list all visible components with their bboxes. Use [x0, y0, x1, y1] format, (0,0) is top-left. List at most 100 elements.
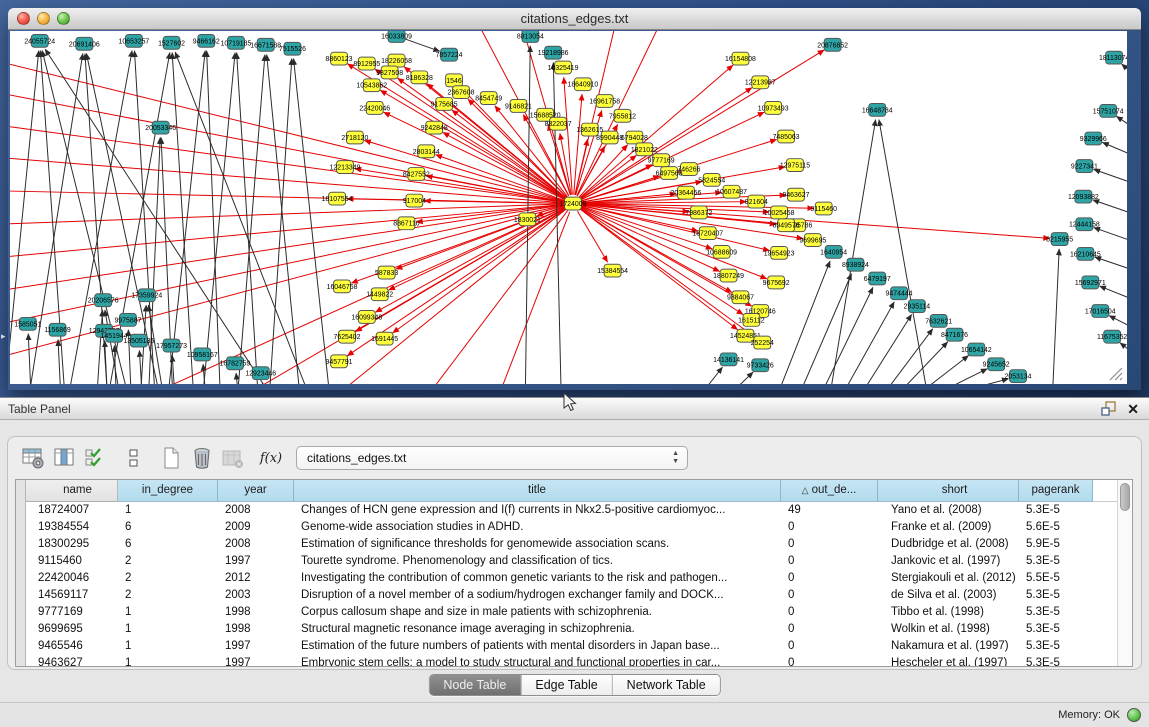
graph-node[interactable]: 2053134 — [1004, 370, 1031, 383]
tab-edge-table[interactable]: Edge Table — [521, 675, 612, 696]
table-row[interactable]: 969969511998Structural magnetic resonanc… — [26, 621, 1117, 638]
table-cell[interactable]: 9115460 — [26, 553, 118, 570]
graph-node[interactable]: 18113074 — [1099, 51, 1127, 64]
graph-node[interactable]: 19218986 — [538, 46, 569, 59]
graph-node[interactable]: 9457791 — [326, 355, 353, 368]
graph-node[interactable]: 10688609 — [706, 245, 737, 258]
table-row[interactable]: 946554611997Estimation of the future num… — [26, 638, 1117, 655]
graph-node[interactable]: 18226058 — [381, 54, 412, 67]
table-cell[interactable]: 1 — [118, 638, 218, 655]
graph-node[interactable]: 1527602 — [158, 36, 185, 49]
graph-node[interactable]: 1585051 — [14, 317, 41, 330]
graph-node[interactable]: 587833 — [375, 266, 398, 279]
table-cell[interactable]: 2003 — [218, 587, 294, 604]
graph-node[interactable]: 10607487 — [716, 185, 747, 198]
toggle-view-button[interactable] — [120, 445, 146, 471]
table-cell[interactable]: 5.3E-5 — [1019, 553, 1093, 570]
table-cell[interactable]: 1998 — [218, 621, 294, 638]
table-cell[interactable]: Structural magnetic resonance image aver… — [294, 621, 781, 638]
graph-node[interactable]: 17957273 — [156, 339, 187, 352]
table-cell[interactable]: 1998 — [218, 604, 294, 621]
graph-node[interactable]: 821604 — [745, 195, 768, 208]
table-cell[interactable]: 18724007 — [26, 502, 118, 519]
graph-node[interactable]: 16046758 — [327, 280, 358, 293]
graph-node[interactable]: 12923446 — [245, 367, 276, 380]
graph-node[interactable]: 20053346 — [145, 121, 176, 134]
graph-node[interactable]: 10654142 — [961, 343, 992, 356]
graph-node[interactable]: 8938924 — [842, 258, 869, 271]
graph-node[interactable]: 16154808 — [725, 52, 756, 65]
row-select-button[interactable] — [82, 445, 108, 471]
graph-node[interactable]: 12093882 — [1068, 190, 1099, 203]
graph-node[interactable]: 19654923 — [764, 246, 795, 259]
graph-node[interactable]: 1546 — [446, 74, 463, 87]
float-panel-icon[interactable] — [1101, 401, 1117, 416]
graph-node[interactable]: 8813054 — [517, 31, 544, 42]
table-cell[interactable]: Embryonic stem cells: a model to study s… — [294, 655, 781, 666]
table-cell[interactable]: Nakamura et al. (1997) — [878, 638, 1019, 655]
table-cell[interactable]: 14569117 — [26, 587, 118, 604]
table-cell[interactable]: Tibbo et al. (1998) — [878, 604, 1019, 621]
table-cell[interactable]: Franke et al. (2009) — [878, 519, 1019, 536]
table-cell[interactable]: Jankovic et al. (1997) — [878, 553, 1019, 570]
column-header-in-degree[interactable]: in_degree — [118, 480, 218, 502]
table-cell[interactable]: Stergiakouli et al. (2012) — [878, 570, 1019, 587]
graph-node[interactable]: 5824554 — [698, 173, 725, 186]
table-cell[interactable]: 2008 — [218, 536, 294, 553]
table-cell[interactable]: 0 — [781, 587, 878, 604]
graph-node[interactable]: 20691406 — [69, 37, 100, 50]
graph-node[interactable]: 9466162 — [193, 34, 220, 47]
memory-status-dot[interactable] — [1127, 708, 1141, 722]
graph-node[interactable]: 9463627 — [782, 188, 809, 201]
graph-node[interactable]: 6479197 — [864, 272, 891, 285]
table-cell[interactable]: Changes of HCN gene expression and I(f) … — [294, 502, 781, 519]
zoom-button[interactable] — [57, 12, 70, 25]
graph-node[interactable]: 16671588 — [250, 38, 281, 51]
graph-node[interactable]: 9146821 — [505, 100, 532, 113]
minimize-button[interactable] — [37, 12, 50, 25]
graph-node[interactable]: 12444158 — [1069, 218, 1100, 231]
table-cell[interactable]: 2 — [118, 587, 218, 604]
table-cell[interactable]: 9463627 — [26, 655, 118, 666]
table-cell[interactable]: Corpus callosum shape and size in male p… — [294, 604, 781, 621]
table-cell[interactable]: 5.5E-5 — [1019, 570, 1093, 587]
graph-node[interactable]: 8186328 — [406, 71, 433, 84]
tab-node-table[interactable]: Node Table — [429, 675, 521, 696]
graph-node[interactable]: 17016504 — [1085, 305, 1116, 318]
graph-node[interactable]: 18640910 — [567, 78, 598, 91]
table-cell[interactable]: de Silva et al. (2003) — [878, 587, 1019, 604]
table-row[interactable]: 977716911998Corpus callosum shape and si… — [26, 604, 1117, 621]
table-cell[interactable]: Hescheler et al. (1997) — [878, 655, 1019, 666]
table-cell[interactable]: 5.3E-5 — [1019, 604, 1093, 621]
graph-node[interactable]: 16033809 — [381, 31, 412, 42]
graph-node[interactable]: 9699695 — [799, 234, 826, 247]
graph-node[interactable]: 20364456 — [671, 186, 702, 199]
graph-node[interactable]: 2935114 — [904, 300, 931, 313]
graph-node[interactable]: 8454749 — [475, 92, 502, 105]
graph-node[interactable]: 7485063 — [773, 130, 800, 143]
table-cell[interactable]: Estimation of significance thresholds fo… — [294, 536, 781, 553]
table-row[interactable]: 946362711997Embryonic stem cells: a mode… — [26, 655, 1117, 666]
graph-node[interactable]: 12213987 — [745, 76, 776, 89]
graph-node[interactable]: 18325419 — [548, 61, 579, 74]
graph-node[interactable]: 10653257 — [118, 34, 149, 47]
graph-node[interactable]: 8912955 — [353, 57, 380, 70]
graph-node[interactable]: 9975887 — [114, 313, 141, 326]
graph-node[interactable]: 11675352 — [1097, 330, 1127, 343]
graph-node[interactable]: 7857224 — [436, 48, 463, 61]
table-cell[interactable]: 2 — [118, 570, 218, 587]
new-column-button[interactable] — [158, 445, 184, 471]
table-cell[interactable]: 2008 — [218, 502, 294, 519]
column-header-year[interactable]: year — [218, 480, 294, 502]
table-cell[interactable]: 49 — [781, 502, 878, 519]
table-cell[interactable]: 1 — [118, 604, 218, 621]
table-cell[interactable]: 9699695 — [26, 621, 118, 638]
window-titlebar[interactable]: citations_edges.txt — [8, 8, 1141, 30]
graph-node[interactable]: 9227341 — [1071, 160, 1098, 173]
table-cell[interactable]: 1997 — [218, 638, 294, 655]
graph-node[interactable]: 1691445 — [371, 332, 398, 345]
graph-node[interactable]: 10719185 — [221, 36, 252, 49]
table-row[interactable]: 1872400712008Changes of HCN gene express… — [26, 502, 1117, 519]
table-select-dropdown[interactable]: citations_edges.txt ▲▼ — [296, 446, 688, 470]
table-scrollbar[interactable] — [1117, 480, 1132, 666]
